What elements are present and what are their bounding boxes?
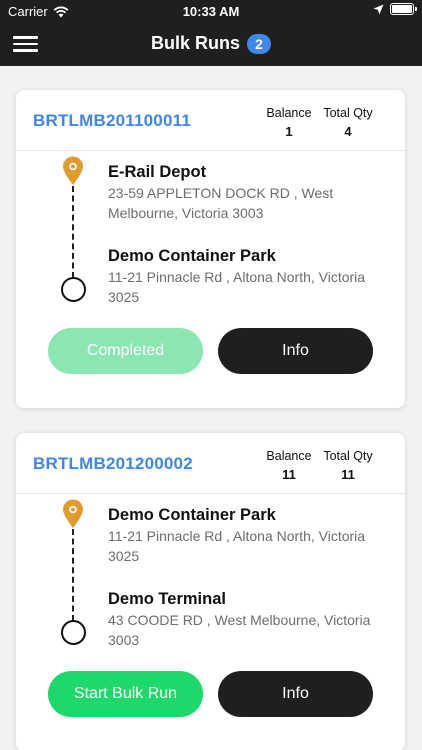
location-arrow-icon (373, 4, 384, 14)
total-qty-value: 11 (341, 467, 355, 482)
destination-circle-icon (61, 620, 86, 645)
total-qty-label: Total Qty (323, 449, 373, 463)
dropoff-address: 11-21 Pinnacle Rd , Altona North, Victor… (108, 269, 366, 305)
start-bulk-run-button[interactable]: Start Bulk Run (48, 671, 203, 717)
balance-stat: Balance 11 (262, 449, 316, 482)
dropoff-stop: Demo Terminal 43 COODE RD , West Melbour… (108, 588, 388, 650)
pickup-address: 11-21 Pinnacle Rd , Altona North, Victor… (108, 528, 366, 564)
route-dashed-line (72, 529, 74, 621)
run-id: BRTLMB201100011 (33, 111, 191, 130)
card-header: BRTLMB201100011 Balance 1 Total Qty 4 (16, 90, 405, 151)
pickup-name: E-Rail Depot (108, 163, 207, 181)
total-qty-stat: Total Qty 4 (318, 106, 378, 139)
status-bar: Carrier 10:33 AM (0, 0, 422, 22)
total-qty-label: Total Qty (323, 106, 373, 120)
location-pin-icon (63, 156, 83, 185)
dropoff-name: Demo Terminal (108, 590, 226, 608)
dropoff-address: 43 COODE RD , West Melbourne, Victoria 3… (108, 612, 371, 648)
card-header: BRTLMB201200002 Balance 11 Total Qty 11 (16, 433, 405, 494)
info-button[interactable]: Info (218, 671, 373, 717)
pickup-name: Demo Container Park (108, 506, 276, 524)
navigation-bar: Bulk Runs 2 (0, 22, 422, 66)
info-button[interactable]: Info (218, 328, 373, 374)
dropoff-stop: Demo Container Park 11-21 Pinnacle Rd , … (108, 245, 388, 307)
balance-value: 11 (282, 467, 296, 482)
dropoff-name: Demo Container Park (108, 247, 276, 265)
battery-icon (390, 3, 417, 15)
bulk-run-card: BRTLMB201200002 Balance 11 Total Qty 11 … (16, 433, 405, 750)
bulk-run-card: BRTLMB201100011 Balance 1 Total Qty 4 E-… (16, 90, 405, 408)
completed-button[interactable]: Completed (48, 328, 203, 374)
pickup-stop: Demo Container Park 11-21 Pinnacle Rd , … (108, 504, 388, 566)
pickup-stop: E-Rail Depot 23-59 APPLETON DOCK RD , We… (108, 161, 388, 223)
destination-circle-icon (61, 277, 86, 302)
run-count-badge: 2 (247, 33, 271, 54)
total-qty-value: 4 (344, 124, 352, 139)
balance-value: 1 (285, 124, 293, 139)
total-qty-stat: Total Qty 11 (318, 449, 378, 482)
balance-stat: Balance 1 (262, 106, 316, 139)
clock: 10:33 AM (182, 4, 240, 19)
location-pin-icon (63, 499, 83, 528)
run-id: BRTLMB201200002 (33, 454, 193, 473)
balance-label: Balance (266, 449, 312, 463)
page-title: Bulk Runs (150, 33, 240, 53)
route-dashed-line (72, 186, 74, 278)
pickup-address: 23-59 APPLETON DOCK RD , West Melbourne,… (108, 185, 334, 221)
balance-label: Balance (266, 106, 312, 120)
